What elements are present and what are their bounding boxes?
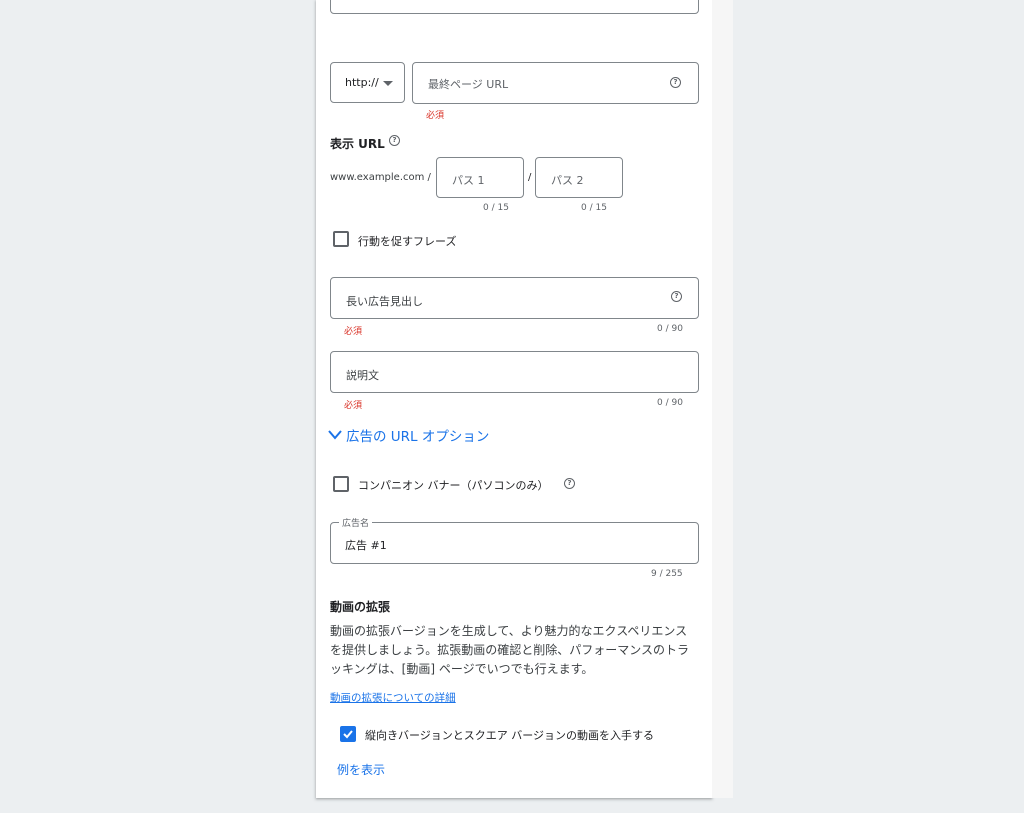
panel-scroll-gutter <box>712 0 733 798</box>
help-icon[interactable]: ? <box>389 135 400 146</box>
caret-down-icon <box>383 81 393 86</box>
check-icon <box>343 730 353 739</box>
description-required: 必須 <box>344 401 363 411</box>
description-counter: 0 / 90 <box>657 398 683 408</box>
help-icon[interactable]: ? <box>564 478 575 489</box>
video-ext-checkbox[interactable] <box>340 726 356 742</box>
ad-name-counter: 9 / 255 <box>651 569 683 579</box>
path2-counter: 0 / 15 <box>581 203 607 213</box>
protocol-value: http:// <box>345 76 379 89</box>
long-headline-input[interactable]: 長い広告見出し ? <box>330 277 699 319</box>
final-url-required: 必須 <box>426 111 445 121</box>
path1-input[interactable]: パス 1 <box>436 157 524 198</box>
cta-label: 行動を促すフレーズ <box>358 235 457 248</box>
display-url-title: 表示 URL <box>330 137 385 151</box>
show-examples-link[interactable]: 例を表示 <box>337 761 385 778</box>
long-headline-counter: 0 / 90 <box>657 324 683 334</box>
display-url-domain: www.example.com / <box>330 172 431 183</box>
ad-name-value: 広告 #1 <box>345 539 387 552</box>
ad-name-input[interactable]: 広告 #1 <box>330 522 699 564</box>
companion-banner-checkbox[interactable] <box>333 476 349 492</box>
path1-counter: 0 / 15 <box>483 203 509 213</box>
video-ext-learn-more-link[interactable]: 動画の拡張についての詳細 <box>330 690 456 705</box>
video-ext-description: 動画の拡張バージョンを生成して、より魅力的なエクスペリエンスを提供しましょう。拡… <box>330 624 690 676</box>
description-placeholder: 説明文 <box>346 369 379 382</box>
protocol-select[interactable]: http:// <box>330 62 405 103</box>
final-url-input[interactable]: 最終ページ URL ? <box>412 62 699 104</box>
path2-input[interactable]: パス 2 <box>535 157 623 198</box>
ad-name-label: 広告名 <box>339 516 373 529</box>
previous-field[interactable] <box>330 0 699 14</box>
url-options-toggle[interactable]: 広告の URL オプション <box>328 424 508 445</box>
cta-checkbox[interactable] <box>333 231 349 247</box>
companion-banner-label: コンパニオン バナー（パソコンのみ） <box>358 479 549 492</box>
final-url-placeholder: 最終ページ URL <box>428 78 509 91</box>
chevron-down-icon <box>328 430 342 440</box>
long-headline-required: 必須 <box>344 327 363 337</box>
video-ext-checkbox-label: 縦向きバージョンとスクエア バージョンの動画を入手する <box>365 729 655 742</box>
help-icon[interactable]: ? <box>671 291 682 302</box>
path-separator: / <box>528 172 532 183</box>
video-ext-title: 動画の拡張 <box>330 600 391 614</box>
description-input[interactable]: 説明文 <box>330 351 699 393</box>
help-icon[interactable]: ? <box>670 77 681 88</box>
long-headline-placeholder: 長い広告見出し <box>346 295 423 308</box>
path2-placeholder: パス 2 <box>551 174 584 187</box>
url-options-label: 広告の URL オプション <box>346 429 490 445</box>
path1-placeholder: パス 1 <box>452 174 485 187</box>
